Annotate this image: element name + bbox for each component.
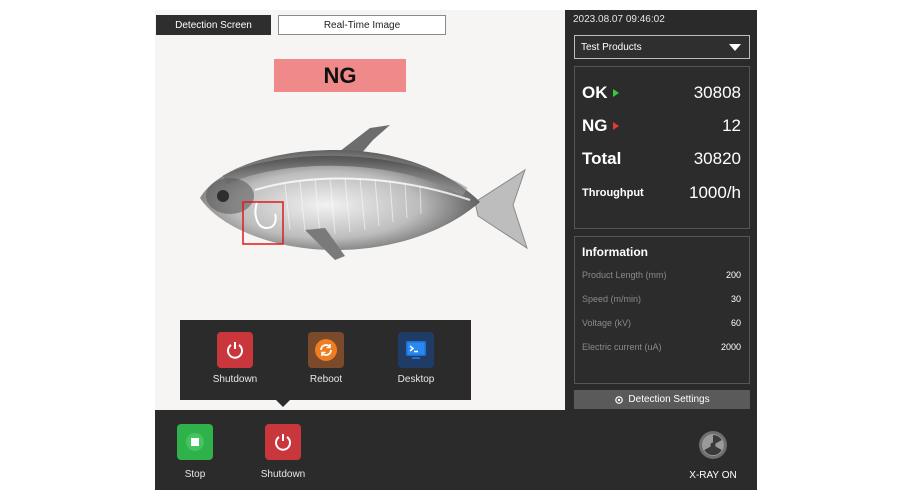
- refresh-icon: [308, 332, 344, 368]
- information-panel: Information Product Length (mm) 200 Spee…: [574, 236, 750, 384]
- info-row: Speed (m/min) 30: [582, 294, 741, 304]
- ng-count-row: NG 12: [582, 116, 741, 136]
- tab-detection-screen[interactable]: Detection Screen: [156, 15, 271, 35]
- caret-down-icon: [729, 44, 741, 51]
- stop-button[interactable]: Stop: [165, 424, 225, 480]
- ng-indicator-icon: [612, 122, 619, 130]
- menu-desktop-label: Desktop: [397, 374, 435, 385]
- ng-value: 12: [722, 116, 741, 135]
- menu-shutdown-button[interactable]: Shutdown: [200, 332, 270, 385]
- status-panel: 2023.08.07 09:46:02 Test Products OK 308…: [565, 10, 757, 410]
- ok-label: OK: [582, 83, 608, 102]
- app-screen: Detection Screen Real-Time Image NG Shut…: [155, 10, 757, 490]
- info-row: Voltage (kV) 60: [582, 318, 741, 328]
- info-value: 200: [725, 270, 741, 280]
- total-label: Total: [582, 149, 622, 168]
- ng-label: NG: [582, 116, 608, 135]
- total-value: 30820: [693, 149, 741, 168]
- ok-indicator-icon: [612, 89, 619, 97]
- detection-settings-label: Detection Settings: [628, 394, 710, 405]
- shutdown-button[interactable]: Shutdown: [253, 424, 313, 480]
- info-label: Speed (m/min): [582, 294, 642, 304]
- product-dropdown-value: Test Products: [581, 41, 642, 53]
- info-label: Electric current (uA): [582, 342, 662, 352]
- result-banner: NG: [274, 59, 406, 92]
- info-row: Electric current (uA) 2000: [582, 342, 741, 352]
- radiation-icon: [699, 431, 727, 459]
- throughput-value: 1000/h: [689, 183, 741, 202]
- ok-count-row: OK 30808: [582, 83, 741, 103]
- power-menu: Shutdown Reboot Desktop: [180, 320, 471, 407]
- xray-status-indicator: X-RAY ON: [683, 430, 743, 481]
- info-label: Product Length (mm): [582, 270, 667, 280]
- information-title: Information: [582, 245, 648, 259]
- bottom-toolbar: Stop Shutdown X-RAY ON: [155, 410, 757, 490]
- menu-shutdown-label: Shutdown: [212, 374, 258, 385]
- xray-status-label: X-RAY ON: [689, 470, 737, 481]
- gear-icon: [615, 395, 624, 404]
- menu-reboot-button[interactable]: Reboot: [291, 332, 361, 385]
- product-dropdown[interactable]: Test Products: [574, 35, 750, 59]
- stop-icon: [177, 424, 213, 460]
- shutdown-label: Shutdown: [260, 469, 306, 480]
- xray-fish-image: [200, 125, 528, 260]
- detection-view: Detection Screen Real-Time Image NG Shut…: [155, 10, 565, 410]
- power-icon: [265, 424, 301, 460]
- power-icon: [217, 332, 253, 368]
- throughput-row: Throughput 1000/h: [582, 183, 741, 203]
- menu-pointer: [276, 400, 290, 407]
- throughput-label: Throughput: [582, 187, 644, 199]
- info-value: 60: [730, 318, 741, 328]
- detection-settings-button[interactable]: Detection Settings: [574, 390, 750, 409]
- menu-reboot-label: Reboot: [309, 374, 343, 385]
- ok-value: 30808: [693, 83, 741, 102]
- total-count-row: Total 30820: [582, 149, 741, 169]
- info-value: 2000: [720, 342, 741, 352]
- menu-desktop-button[interactable]: Desktop: [381, 332, 451, 385]
- tab-real-time-image[interactable]: Real-Time Image: [278, 15, 446, 35]
- datetime-display: 2023.08.07 09:46:02: [573, 14, 665, 25]
- terminal-icon: [398, 332, 434, 368]
- info-label: Voltage (kV): [582, 318, 632, 328]
- info-row: Product Length (mm) 200: [582, 270, 741, 280]
- stop-label: Stop: [184, 469, 206, 480]
- count-summary: OK 30808 NG 12 Total 30820 Throughput 10…: [574, 66, 750, 229]
- info-value: 30: [730, 294, 741, 304]
